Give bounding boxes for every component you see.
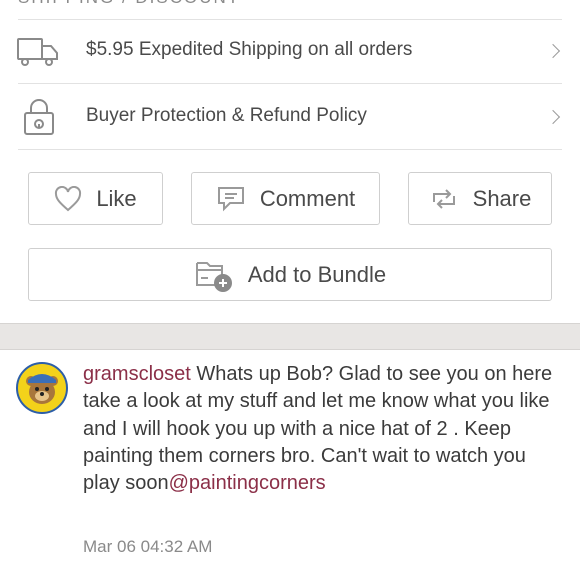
comment-username[interactable]: gramscloset bbox=[83, 363, 191, 385]
bundle-add-icon bbox=[195, 261, 232, 292]
like-button[interactable]: Like bbox=[28, 172, 163, 225]
add-to-bundle-button[interactable]: Add to Bundle bbox=[28, 248, 552, 301]
comment-body: gramscloset Whats up Bob? Glad to see yo… bbox=[83, 361, 553, 497]
share-label: Share bbox=[472, 185, 532, 211]
divider bbox=[18, 149, 562, 150]
chevron-right-icon bbox=[545, 109, 561, 125]
share-icon bbox=[432, 188, 455, 209]
add-to-bundle-label: Add to Bundle bbox=[247, 261, 387, 287]
comment-timestamp: Mar 06 04:32 AM bbox=[83, 537, 213, 556]
buyer-protection-row[interactable]: Buyer Protection & Refund Policy bbox=[0, 84, 580, 148]
buyer-protection-label: Buyer Protection & Refund Policy bbox=[86, 105, 367, 126]
comment-label: Comment bbox=[259, 185, 356, 211]
share-button[interactable]: Share bbox=[408, 172, 552, 225]
section-header: SHIPPING / DISCOUNT bbox=[18, 0, 240, 8]
shipping-label: $5.95 Expedited Shipping on all orders bbox=[86, 39, 413, 60]
heart-icon bbox=[55, 185, 82, 211]
comment-icon bbox=[217, 186, 244, 211]
chevron-right-icon bbox=[545, 43, 561, 59]
like-label: Like bbox=[96, 185, 137, 211]
section-separator bbox=[0, 323, 580, 350]
truck-icon bbox=[16, 36, 60, 73]
avatar[interactable] bbox=[16, 362, 68, 414]
comment-button[interactable]: Comment bbox=[191, 172, 380, 225]
comment-mention[interactable]: @paintingcorners bbox=[169, 472, 326, 494]
shipping-row[interactable]: $5.95 Expedited Shipping on all orders bbox=[0, 19, 580, 83]
lock-icon bbox=[22, 98, 56, 141]
